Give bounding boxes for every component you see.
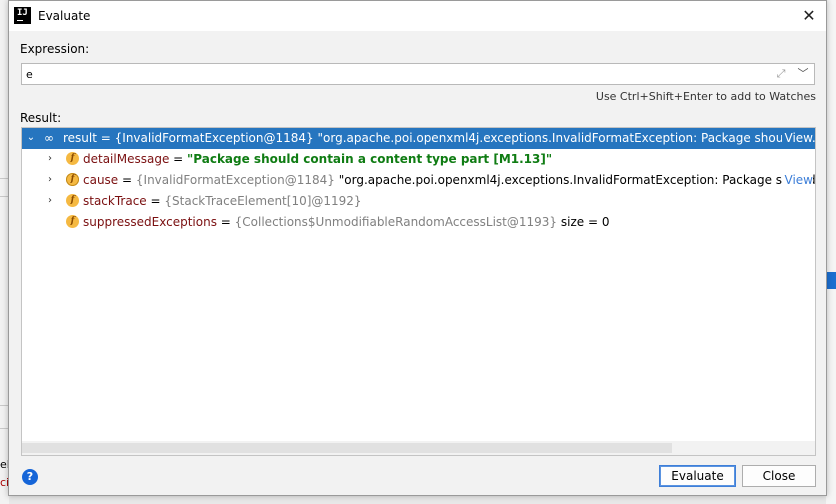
tree-node-value: "org.apache.poi.openxml4j.exceptions.Inv… xyxy=(334,173,815,187)
title-bar[interactable]: IJ Evaluate ✕ xyxy=(9,1,826,31)
tree-node-name: cause xyxy=(83,173,119,187)
chevron-right-icon[interactable]: › xyxy=(44,173,56,187)
tree-row-detail-message[interactable]: › f detailMessage = "Package should cont… xyxy=(22,149,815,170)
background-highlight xyxy=(826,272,836,289)
tree-row-stack-trace[interactable]: › f stackTrace = {StackTraceElement[10]@… xyxy=(22,191,815,212)
final-field-icon: f xyxy=(66,173,79,186)
evaluate-dialog: IJ Evaluate ✕ Expression: ⤢ ﹀ Use Ctrl+S… xyxy=(8,0,827,496)
horizontal-scrollbar[interactable] xyxy=(22,441,815,455)
field-icon: f xyxy=(66,194,79,207)
watch-glasses-icon: ∞ xyxy=(44,131,54,145)
window-title: Evaluate xyxy=(38,9,91,23)
watches-hint: Use Ctrl+Shift+Enter to add to Watches xyxy=(595,90,816,103)
tree-node-name: stackTrace xyxy=(83,194,147,208)
chevron-down-icon[interactable]: ⌄ xyxy=(25,131,37,145)
tree-row-suppressed-exceptions[interactable]: f suppressedExceptions = {Collections$Un… xyxy=(22,212,815,233)
field-icon: f xyxy=(66,152,79,165)
expand-icon[interactable]: ⤢ xyxy=(774,67,788,81)
close-window-icon[interactable]: ✕ xyxy=(798,5,820,27)
tree-node-value: size = 0 xyxy=(557,215,610,229)
tree-row-cause[interactable]: › f cause = {InvalidFormatException@1184… xyxy=(22,170,815,191)
expression-label: Expression: xyxy=(20,42,90,56)
tree-node-value: "org.apache.poi.openxml4j.exceptions.Inv… xyxy=(313,131,816,145)
tree-node-name: detailMessage xyxy=(83,152,170,166)
tree-node-name: result xyxy=(63,131,97,145)
tree-node-name: suppressedExceptions xyxy=(83,215,217,229)
tree-node-type: {InvalidFormatException@1184} xyxy=(135,173,335,187)
scrollbar-thumb[interactable] xyxy=(22,443,672,453)
help-button[interactable]: ? xyxy=(22,469,38,485)
tree-row-result[interactable]: ⌄ ∞ result = {InvalidFormatException@118… xyxy=(22,128,815,149)
chevron-right-icon[interactable]: › xyxy=(44,152,56,166)
view-link[interactable]: View xyxy=(781,131,813,145)
tree-node-type: {Collections$UnmodifiableRandomAccessLis… xyxy=(234,215,558,229)
close-button[interactable]: Close xyxy=(742,465,816,487)
evaluate-button[interactable]: Evaluate xyxy=(659,465,736,487)
tree-node-value: "Package should contain a content type p… xyxy=(187,152,553,166)
view-link[interactable]: View xyxy=(781,173,813,187)
result-label: Result: xyxy=(20,111,62,125)
background-ide-right xyxy=(826,0,836,504)
chevron-down-icon[interactable]: ﹀ xyxy=(796,67,810,81)
expression-field[interactable]: ⤢ ﹀ xyxy=(21,63,815,85)
tree-node-type: {StackTraceElement[10]@1192} xyxy=(164,194,362,208)
intellij-app-icon: IJ xyxy=(14,7,31,24)
result-tree[interactable]: ⌄ ∞ result = {InvalidFormatException@118… xyxy=(21,127,816,456)
tree-node-type: {InvalidFormatException@1184} xyxy=(114,131,314,145)
expression-input[interactable] xyxy=(26,66,766,82)
dialog-content: Expression: ⤢ ﹀ Use Ctrl+Shift+Enter to … xyxy=(9,31,826,495)
field-icon: f xyxy=(66,215,79,228)
chevron-right-icon[interactable]: › xyxy=(44,194,56,208)
